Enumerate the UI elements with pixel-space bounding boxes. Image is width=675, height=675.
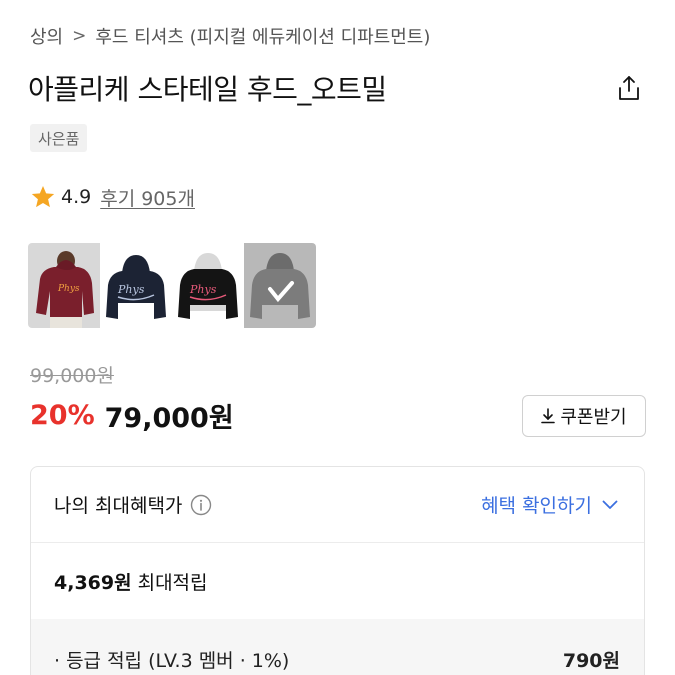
thumbnail-strip: Phys Phys Phys <box>28 243 316 328</box>
breadcrumb-item-category[interactable]: 상의 <box>30 23 63 49</box>
benefit-header: 나의 최대혜택가 혜택 확인하기 <box>31 467 644 543</box>
max-points-amount: 4,369원 <box>54 571 132 594</box>
product-header: 아플리케 스타테일 후드_오트밀 <box>28 68 645 108</box>
benefit-title: 나의 최대혜택가 <box>54 495 183 517</box>
review-count-link[interactable]: 후기 905개 <box>100 184 195 211</box>
sale-price: 79,000원 <box>104 402 234 434</box>
benefit-title-group: 나의 최대혜택가 <box>54 491 212 518</box>
rating-row: 4.9 후기 905개 <box>30 182 195 212</box>
price-row: 20% 79,000원 <box>30 395 234 435</box>
svg-text:Phys: Phys <box>117 283 145 296</box>
thumbnail-black-hoodie[interactable]: Phys <box>172 243 244 328</box>
coupon-download-button[interactable]: 쿠폰받기 <box>522 395 646 437</box>
breadcrumb: 상의 > 후드 티셔츠 (피지컬 에듀케이션 디파트먼트) <box>30 22 430 50</box>
chevron-down-icon <box>602 500 618 509</box>
max-benefit-card: 나의 최대혜택가 혜택 확인하기 4,369원 최대적립 · 등급 적립 (LV… <box>30 466 645 675</box>
breadcrumb-separator: > <box>72 26 87 46</box>
grade-points-label: · 등급 적립 (LV.3 멤버 · 1%) <box>54 649 290 672</box>
gift-badge: 사은품 <box>30 124 88 152</box>
rating-value: 4.9 <box>61 186 92 208</box>
coupon-button-label: 쿠폰받기 <box>560 407 627 427</box>
benefit-expand-toggle[interactable]: 혜택 확인하기 <box>481 491 618 518</box>
discount-rate: 20% <box>30 399 95 431</box>
breadcrumb-item-subcategory[interactable]: 후드 티셔츠 (피지컬 에듀케이션 디파트먼트) <box>95 23 430 49</box>
grade-points-row: · 등급 적립 (LV.3 멤버 · 1%) 790원 <box>31 619 644 675</box>
svg-text:Phys: Phys <box>57 284 80 294</box>
svg-text:Phys: Phys <box>189 283 217 296</box>
original-price: 99,000원 <box>30 364 114 387</box>
benefit-toggle-label: 혜택 확인하기 <box>481 495 592 517</box>
thumbnail-gray-hoodie[interactable] <box>244 243 316 328</box>
share-button[interactable] <box>613 72 645 104</box>
info-icon[interactable] <box>190 494 212 516</box>
share-icon <box>619 76 639 100</box>
max-points-row: 4,369원 최대적립 <box>31 543 644 619</box>
grade-points-value: 790원 <box>562 649 620 672</box>
download-icon <box>541 408 556 424</box>
max-points-label: 최대적립 <box>137 571 208 594</box>
star-icon <box>31 185 55 208</box>
thumbnail-burgundy-hoodie[interactable]: Phys <box>28 243 100 328</box>
product-title: 아플리케 스타테일 후드_오트밀 <box>28 73 387 106</box>
thumbnail-navy-hoodie[interactable]: Phys <box>100 243 172 328</box>
